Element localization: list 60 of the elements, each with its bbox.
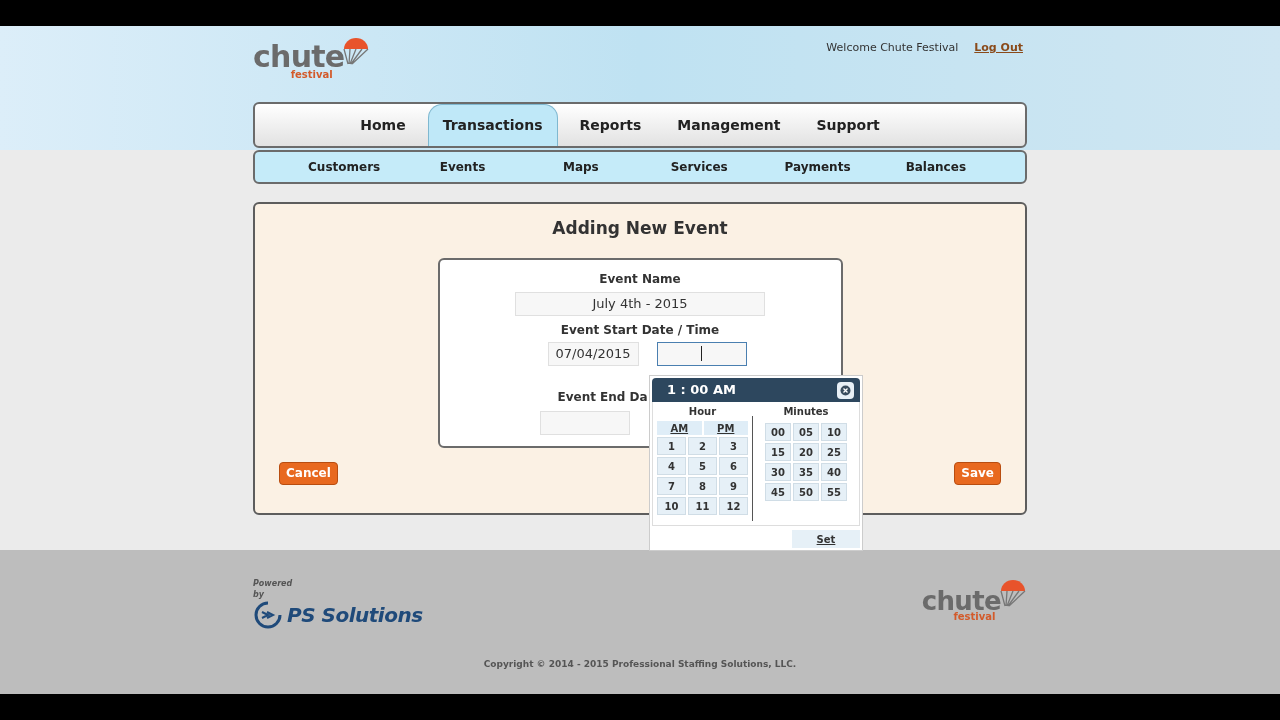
minute-button[interactable]: 50 xyxy=(793,483,819,501)
hour-button[interactable]: 10 xyxy=(657,497,686,515)
close-icon[interactable] xyxy=(837,381,854,399)
text-caret-icon xyxy=(701,346,702,361)
hour-button[interactable]: 9 xyxy=(719,477,748,495)
subnav-link[interactable]: Events xyxy=(403,158,522,176)
period-button[interactable]: AM xyxy=(657,421,702,435)
arrows-logo-icon xyxy=(253,600,283,630)
subnav-link[interactable]: Services xyxy=(640,158,759,176)
by-text: by xyxy=(253,590,265,600)
minute-button[interactable]: 55 xyxy=(821,483,847,501)
minute-button[interactable]: 20 xyxy=(793,443,819,461)
hour-button[interactable]: 2 xyxy=(688,437,717,455)
minutes-label: Minutes xyxy=(783,405,829,419)
end-date-field[interactable] xyxy=(539,410,630,435)
hour-button[interactable]: 4 xyxy=(657,457,686,475)
nav-tab[interactable]: Support xyxy=(802,104,894,146)
hour-button[interactable]: 11 xyxy=(688,497,717,515)
nav-tab[interactable]: Management xyxy=(663,104,795,146)
field-label: Event End Da xyxy=(557,389,648,404)
field-label: Event Start Date / Time xyxy=(560,321,720,339)
hour-button[interactable]: 3 xyxy=(719,437,748,455)
minute-button[interactable]: 00 xyxy=(765,423,791,441)
minute-button[interactable]: 25 xyxy=(821,443,847,461)
period-button[interactable]: PM xyxy=(703,421,748,435)
minute-button[interactable]: 40 xyxy=(821,463,847,481)
nav-tab[interactable]: Reports xyxy=(565,104,656,146)
subnav-link[interactable]: Payments xyxy=(758,158,877,176)
hour-label: Hour xyxy=(688,405,717,419)
minute-button[interactable]: 05 xyxy=(793,423,819,441)
welcome-text: Welcome Chute Festival xyxy=(826,40,959,56)
copyright-text: Copyright © 2014 - 2015 Professional Staffing Solutions, LLC. xyxy=(482,658,798,671)
brand-name: PS Solutions xyxy=(287,602,423,629)
nav-tab[interactable]: Transactions xyxy=(427,104,558,146)
field-label: Event Name xyxy=(599,270,681,288)
subnav-link[interactable]: Balances xyxy=(876,158,995,176)
event-name-field[interactable]: July 4th - 2015 xyxy=(515,291,765,316)
subnav-link[interactable]: Maps xyxy=(521,158,640,176)
minute-button[interactable]: 45 xyxy=(765,483,791,501)
start-date-field[interactable]: 07/04/2015 xyxy=(547,341,639,366)
minute-button[interactable]: 10 xyxy=(821,423,847,441)
subnav-link[interactable]: Customers xyxy=(285,158,404,176)
set-button[interactable]: Set xyxy=(792,530,860,548)
logo-tagline: festival xyxy=(953,612,996,622)
minute-button[interactable]: 35 xyxy=(793,463,819,481)
hour-button[interactable]: 6 xyxy=(719,457,748,475)
hour-button[interactable]: 7 xyxy=(657,477,686,495)
start-time-field[interactable] xyxy=(656,341,747,366)
logout-link[interactable]: Log Out xyxy=(974,40,1023,57)
hour-button[interactable]: 8 xyxy=(688,477,717,495)
powered-text: Powered xyxy=(253,578,294,590)
time-display: 1 : 00 AM xyxy=(667,381,736,400)
form-title: Adding New Event xyxy=(552,217,728,240)
nav-tab[interactable]: Home xyxy=(346,104,420,146)
minute-button[interactable]: 15 xyxy=(765,443,791,461)
hour-button[interactable]: 1 xyxy=(657,437,686,455)
logo-tagline: festival xyxy=(290,70,333,80)
hour-button[interactable]: 12 xyxy=(719,497,748,515)
minute-button[interactable]: 30 xyxy=(765,463,791,481)
hour-button[interactable]: 5 xyxy=(688,457,717,475)
